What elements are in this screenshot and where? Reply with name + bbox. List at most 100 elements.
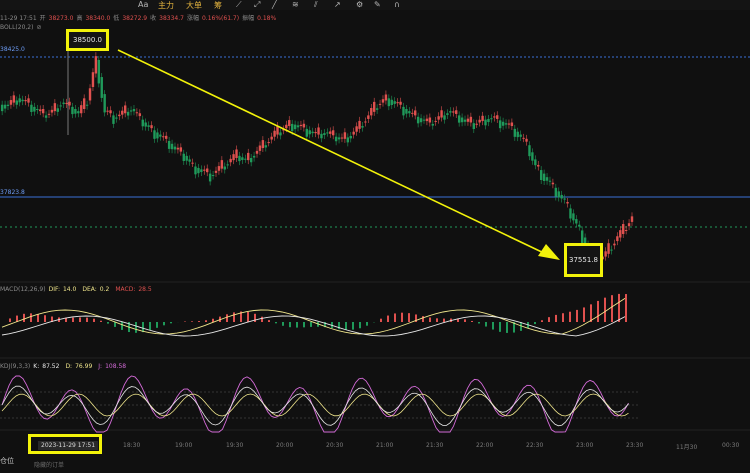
macd-histogram-bar xyxy=(534,322,536,325)
candle-body xyxy=(607,243,610,254)
main-force-button[interactable]: 主力 xyxy=(158,0,174,11)
boll-header[interactable]: BOLL(20,2) ⊘ xyxy=(0,24,45,31)
candle-body xyxy=(352,131,355,135)
candle-body xyxy=(557,191,560,198)
macd-histogram-bar xyxy=(492,322,494,330)
time-tick-label: 00:30 xyxy=(722,442,740,449)
candle-body xyxy=(578,224,581,227)
candle-body xyxy=(542,173,546,182)
macd-histogram-bar xyxy=(9,318,11,322)
text-size-button[interactable]: Aa xyxy=(138,0,148,9)
channel-icon[interactable]: ⫽ xyxy=(314,0,318,10)
chips-button[interactable]: 筹 xyxy=(214,0,222,11)
candle-body xyxy=(455,110,458,114)
candle-body xyxy=(331,130,335,136)
measure-icon[interactable]: ⤢ xyxy=(254,0,260,10)
candle-body xyxy=(9,100,13,105)
settings-icon[interactable]: ⚙ xyxy=(356,0,363,9)
k-label: K: xyxy=(33,363,40,370)
candle-body xyxy=(170,143,174,150)
eye-icon[interactable]: ⊘ xyxy=(36,24,41,31)
candle-body xyxy=(428,117,432,123)
macd-dif: DIF: 14.0 xyxy=(49,286,80,293)
candle-body xyxy=(162,136,165,138)
candle-body xyxy=(326,132,329,134)
candle-body xyxy=(44,115,48,118)
candle-body xyxy=(545,177,549,181)
macd-number: 28.5 xyxy=(138,286,152,293)
ruler-icon[interactable]: ⟋ xyxy=(236,0,242,10)
candle-body xyxy=(490,118,493,120)
candle-body xyxy=(206,168,209,173)
candle-body xyxy=(132,108,136,112)
candle-body xyxy=(121,110,124,115)
fib-icon[interactable]: ≋ xyxy=(292,0,299,9)
candle-body xyxy=(475,123,478,125)
open-value: 38273.0 xyxy=(48,15,74,22)
time-tick-label: 22:00 xyxy=(476,442,494,449)
macd-histogram-bar xyxy=(93,318,95,322)
candle-body xyxy=(402,106,405,116)
macd-histogram-bar xyxy=(401,312,403,322)
macd-histogram-bar xyxy=(380,318,382,322)
line-tool-icon[interactable]: ╱ xyxy=(272,0,277,9)
arrow-tool-icon[interactable]: ↗ xyxy=(334,0,341,9)
positions-tab[interactable]: 仓位 xyxy=(0,456,14,466)
macd-histogram-bar xyxy=(289,322,291,328)
candle-body xyxy=(147,125,150,127)
candle-body xyxy=(554,187,558,197)
close-value: 38334.7 xyxy=(159,15,184,22)
lower-price-label: 37823.8 xyxy=(0,189,25,196)
candle-body xyxy=(434,120,437,122)
candle-body xyxy=(320,133,323,139)
macd-histogram-bar xyxy=(156,322,158,328)
candle-body xyxy=(226,164,229,166)
candle-body xyxy=(627,223,631,227)
time-tick-label: 19:30 xyxy=(226,442,244,449)
candle-body xyxy=(449,111,452,113)
macd-histogram-bar xyxy=(191,321,193,322)
boll-label: BOLL(20,2) xyxy=(0,24,34,31)
macd-histogram-bar xyxy=(261,316,263,322)
candle-body xyxy=(375,108,379,110)
macd-histogram-bar xyxy=(254,313,256,322)
candle-body xyxy=(115,117,118,119)
candle-body xyxy=(516,131,519,138)
macd-histogram-bar xyxy=(408,313,410,322)
j-label: J: xyxy=(98,363,103,370)
candle-body xyxy=(372,101,376,112)
time-tick-label: 20:30 xyxy=(326,442,344,449)
candle-body xyxy=(97,60,101,84)
candle-body xyxy=(6,104,10,107)
big-order-button[interactable]: 大单 xyxy=(186,0,202,11)
macd-histogram-bar xyxy=(268,320,270,322)
macd-histogram-bar xyxy=(296,322,298,328)
hidden-orders-toggle[interactable]: 隐藏的订单 xyxy=(34,460,64,469)
ohlc-time: 11-29 17:51 xyxy=(0,15,37,22)
candle-body xyxy=(82,98,86,109)
change-value: 0.16%(61.7) xyxy=(201,15,240,22)
macd-histogram-bar xyxy=(275,322,277,324)
candle-body xyxy=(408,111,411,114)
dif-label: DIF: xyxy=(48,286,60,293)
pen-icon[interactable]: ✎ xyxy=(374,0,381,9)
candle-body xyxy=(616,236,619,242)
candle-body xyxy=(390,99,393,106)
candle-body xyxy=(314,132,317,134)
macd-histogram-bar xyxy=(303,322,305,328)
magnet-icon[interactable]: ∩ xyxy=(394,0,400,9)
candle-body xyxy=(235,149,238,158)
macd-histogram-bar xyxy=(170,322,172,324)
time-tick-label: 21:30 xyxy=(426,442,444,449)
macd-histogram-bar xyxy=(464,319,466,322)
macd-histogram-bar xyxy=(198,321,200,322)
candle-body xyxy=(164,135,168,139)
candle-body xyxy=(135,112,139,114)
candle-body xyxy=(258,145,262,151)
d-label: D: xyxy=(65,363,73,370)
candle-body xyxy=(531,152,534,161)
kline-chart[interactable] xyxy=(0,0,750,473)
candle-body xyxy=(211,175,215,177)
annotation-arrow-head xyxy=(538,244,560,260)
candle-body xyxy=(68,101,71,106)
